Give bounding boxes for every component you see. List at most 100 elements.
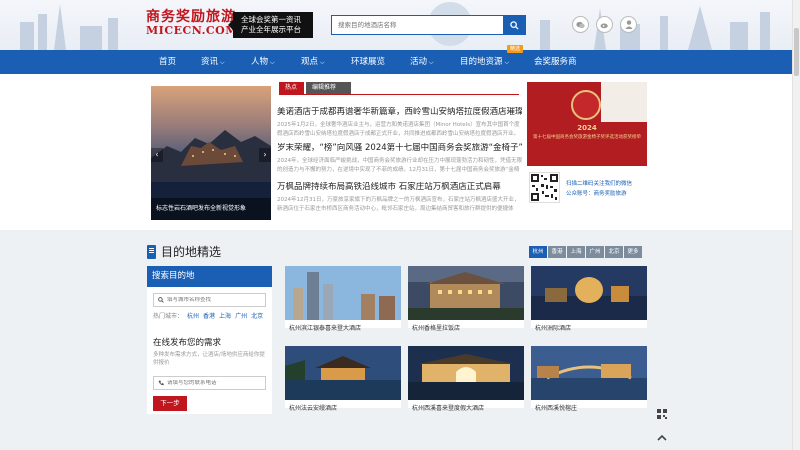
destination-name[interactable]: 杭州香格里拉饭店	[412, 323, 460, 332]
qr-note: 扫描二维码关注我们的微信 公众账号：商务奖励旅游	[566, 179, 632, 199]
nav-label: 资讯	[201, 57, 219, 67]
qr-note-line-1: 扫描二维码关注我们的微信	[566, 181, 633, 187]
phone-input[interactable]	[167, 380, 262, 386]
nav-opinion[interactable]: 观点 ⌵	[301, 50, 325, 74]
logo-chinese: 商务奖励旅游	[146, 9, 236, 25]
chevron-down-icon: ⌵	[429, 59, 434, 66]
nav-home[interactable]: 首页	[159, 50, 176, 74]
destination-name[interactable]: 杭州法云安缦酒店	[289, 403, 337, 412]
hot-city-link[interactable]: 香港	[203, 313, 215, 320]
news-title[interactable]: 万枫品牌持续布局高铁沿线城市 石家庄站万枫酒店正式启幕	[277, 182, 522, 193]
news-summary: 2025年1月2日，全球奢华酒店业主与，运营方和美诺酒店集团（Minor Hot…	[277, 122, 520, 137]
section-list-icon	[147, 244, 156, 259]
city-tab[interactable]: 广州	[586, 246, 604, 258]
chevron-down-icon: ⌵	[320, 59, 325, 66]
search-input[interactable]	[332, 16, 503, 34]
slider-caption[interactable]: 标志性岩石酒吧发布全新视觉形象	[151, 198, 271, 220]
search-icon	[509, 20, 519, 30]
hot-city-link[interactable]: 上海	[219, 313, 231, 320]
scrollbar-thumb[interactable]	[794, 28, 799, 76]
destination-search-panel: 搜索目的地 热门城市：杭州香港上海广州北京 在线发布您的需求 多种发布需求方式，…	[147, 266, 272, 414]
news-item[interactable]: 岁末荣耀，“榜”向风骚 2024第十七届中国商务会奖旅游“金椅子”奖榜单揭 20…	[277, 143, 522, 175]
hotel-photo	[285, 346, 401, 400]
destination-card[interactable]: 杭州西溪悦榕庄	[531, 346, 647, 412]
destination-name[interactable]: 杭州洲际酒店	[535, 323, 571, 332]
news-title[interactable]: 美诺酒店于成都再谱奢华新篇章，西岭雪山安纳塔拉度假酒店璀璨揭幕	[277, 107, 522, 118]
award-medal-icon	[571, 90, 601, 120]
destination-card[interactable]: 杭州西溪喜来登度假大酒店	[408, 346, 524, 412]
city-tab[interactable]: 香港	[548, 246, 566, 258]
hotel-photo	[408, 266, 524, 320]
nav-news[interactable]: 资讯 ⌵	[201, 50, 225, 74]
nav-label: 环球展览	[351, 57, 386, 67]
slider-prev-button[interactable]: ‹	[151, 148, 163, 162]
chevron-down-icon: ⌵	[270, 59, 275, 66]
ad-text: 第十七届中国商务会奖旅游金椅子奖评选活动获奖榜单	[533, 135, 641, 140]
panel-title: 搜索目的地	[147, 266, 272, 287]
ad-year: 2024	[577, 124, 597, 132]
logo-english: MICECN.COM	[146, 24, 238, 37]
nav-label: 会奖服务商	[534, 57, 577, 67]
nav-label: 活动	[410, 57, 428, 67]
hot-cities-label: 热门城市：	[153, 313, 184, 320]
tab-hot[interactable]: 热点	[279, 82, 304, 94]
chevron-up-icon	[657, 434, 667, 441]
destination-card[interactable]: 杭州香格里拉饭店	[408, 266, 524, 332]
city-tab[interactable]: 上海	[567, 246, 585, 258]
hotel-photo	[531, 266, 647, 320]
news-summary: 2024年12月31日，万豪旅享家旗下的万枫品牌之一的万枫酒店宣布，石家庄站万枫…	[277, 197, 520, 212]
destination-name[interactable]: 杭州西溪悦榕庄	[535, 403, 577, 412]
city-search-input[interactable]	[167, 297, 262, 303]
nav-label: 目的地资源	[460, 57, 503, 67]
tab-editor-picks[interactable]: 编辑推荐	[306, 82, 351, 94]
weibo-icon[interactable]	[596, 16, 613, 33]
news-summary: 2024年，全球经济面临严峻挑战，中国商务会奖旅游行业却在压力中展现蓬勃活力和韧…	[277, 158, 522, 173]
site-search	[331, 15, 526, 35]
qr-note-line-2: 公众账号：商务奖励旅游	[566, 191, 627, 197]
qr-code-icon	[657, 409, 667, 419]
chevron-down-icon: ⌵	[220, 59, 225, 66]
city-tab[interactable]: 北京	[605, 246, 623, 258]
search-button[interactable]	[503, 16, 525, 34]
slider-next-button[interactable]: ›	[259, 148, 271, 162]
nav-label: 观点	[301, 57, 319, 67]
news-item[interactable]: 万枫品牌持续布局高铁沿线城市 石家庄站万枫酒店正式启幕 2024年12月31日，…	[277, 182, 522, 214]
hot-city-link[interactable]: 杭州	[187, 313, 199, 320]
nav-mice-services[interactable]: 会奖服务商	[534, 50, 577, 74]
destination-name[interactable]: 杭州西溪喜来登度假大酒店	[412, 403, 484, 412]
award-ad-banner[interactable]: 2024 第十七届中国商务会奖旅游金椅子奖评选活动获奖榜单	[527, 82, 647, 166]
chevron-down-icon: ⌵	[504, 59, 510, 66]
hotel-photo	[408, 346, 524, 400]
hot-city-link[interactable]: 广州	[235, 313, 247, 320]
nav-events[interactable]: 活动 ⌵	[410, 50, 434, 74]
city-tab-more[interactable]: 更多	[624, 246, 642, 258]
destination-card[interactable]: 杭州洲际酒店	[531, 266, 647, 332]
news-title[interactable]: 岁末荣耀，“榜”向风骚 2024第十七届中国商务会奖旅游“金椅子”奖榜单揭	[277, 143, 522, 154]
news-item[interactable]: 美诺酒店于成都再谱奢华新篇章，西岭雪山安纳塔拉度假酒店璀璨揭幕 2025年1月2…	[277, 107, 522, 139]
main-nav: 首页 资讯 ⌵ 人物 ⌵ 观点 ⌵ 环球展览 活动 ⌵ 目的地资源 ⌵ 会奖服务商	[0, 50, 800, 74]
site-logo[interactable]: 商务奖励旅游 MICECN.COM	[146, 10, 238, 37]
user-icon[interactable]	[620, 16, 637, 33]
featured-slider[interactable]: ‹ › 标志性岩石酒吧发布全新视觉形象	[151, 86, 271, 220]
hot-city-link[interactable]: 北京	[251, 313, 263, 320]
nav-hot-badge: 精选	[507, 45, 524, 53]
featured-area: ‹ › 标志性岩石酒吧发布全新视觉形象 热点 编辑推荐 美诺酒店于成都再谱奢华新…	[0, 74, 800, 230]
destination-name[interactable]: 杭州滨江银泰喜来登大酒店	[289, 323, 361, 332]
hot-cities: 热门城市： 杭州 香港 上海 广州 北京	[153, 311, 263, 320]
destination-card[interactable]: 杭州法云安缦酒店	[285, 346, 401, 412]
phone-field	[153, 376, 266, 390]
next-step-button[interactable]: 下一步	[153, 396, 187, 411]
nav-global-exhibitions[interactable]: 环球展览	[351, 50, 385, 74]
wechat-icon[interactable]	[572, 16, 589, 33]
slogan-badge: 全球会奖第一资讯 产业全年展示平台	[228, 12, 313, 38]
back-to-top-button[interactable]	[655, 430, 669, 444]
nav-people[interactable]: 人物 ⌵	[251, 50, 275, 74]
nav-destinations[interactable]: 目的地资源 ⌵	[460, 50, 509, 74]
destination-card[interactable]: 杭州滨江银泰喜来登大酒店	[285, 266, 401, 332]
qr-code-float-button[interactable]	[655, 407, 669, 421]
news-tabs: 热点 编辑推荐	[279, 82, 351, 94]
page-scrollbar[interactable]	[792, 0, 800, 450]
award-plaque-image	[601, 82, 647, 122]
city-tab[interactable]: 杭州	[529, 246, 547, 258]
nav-label: 人物	[251, 57, 269, 67]
